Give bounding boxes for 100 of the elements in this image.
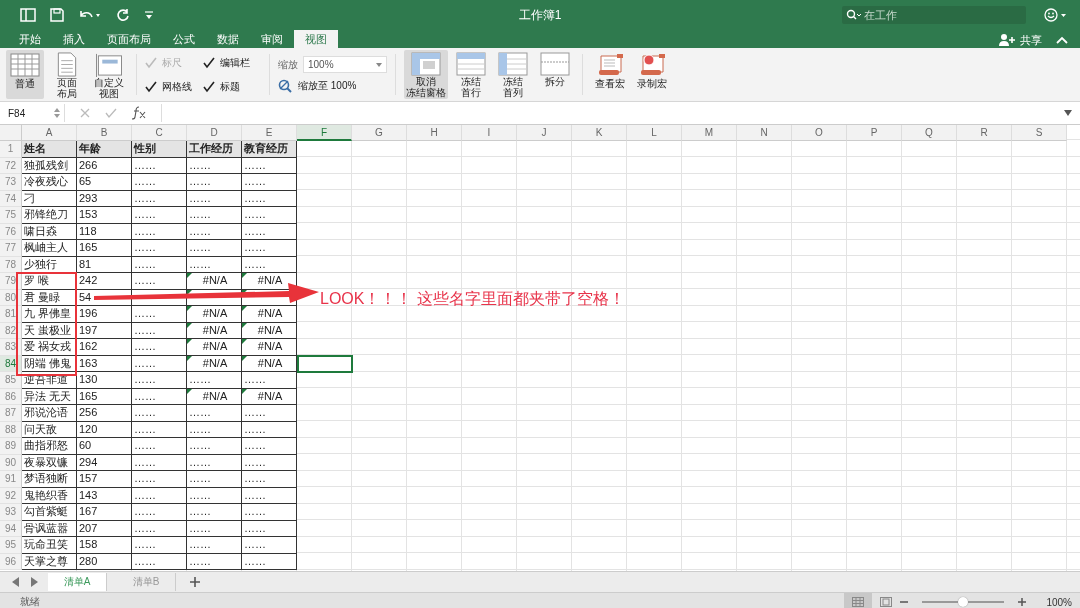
header-cell: 工作经历 (187, 141, 242, 158)
magnifier-icon (278, 79, 292, 93)
row-header[interactable]: 77 (0, 240, 22, 257)
column-header[interactable]: H (407, 125, 462, 141)
freeze-button[interactable]: 取消 冻结窗格 (404, 50, 448, 99)
row-header[interactable]: 93 (0, 504, 22, 521)
table-cell: 邪锋绝刀 (22, 207, 77, 224)
header-cell: 性别 (132, 141, 187, 158)
customize-caret-icon[interactable] (144, 10, 154, 20)
checkmark-icon (145, 80, 157, 93)
sheet-tab[interactable]: 清单A (48, 573, 107, 591)
split-window-icon (540, 52, 570, 76)
table-cell: …… (242, 471, 297, 488)
column-header[interactable]: A (22, 125, 77, 141)
checkbox[interactable]: 标题 (203, 76, 261, 97)
table-cell: 157 (77, 471, 132, 488)
column-header[interactable]: G (352, 125, 407, 141)
ribbon-tab[interactable]: 视图 (294, 30, 338, 48)
row-header[interactable]: 83 (0, 339, 22, 356)
column-header[interactable]: N (737, 125, 792, 141)
table-cell: #N/A (242, 306, 297, 323)
ribbon-tab[interactable]: 开始 (8, 30, 52, 48)
expand-caret-icon[interactable] (1064, 110, 1072, 116)
row-header[interactable]: 1 (0, 141, 22, 158)
macro-button[interactable]: 查看宏 (591, 50, 629, 99)
table-cell: 勾首紫蜓 (22, 504, 77, 521)
view-button[interactable]: 普通 (6, 50, 44, 99)
freeze-button[interactable]: 冻结 首列 (494, 50, 532, 99)
collapse-caret-icon[interactable] (1056, 36, 1068, 44)
ribbon-tab[interactable]: 插入 (52, 30, 96, 48)
header-cell: 教育经历 (242, 141, 297, 158)
search-field[interactable]: 在工作 (842, 6, 1026, 24)
column-header[interactable]: D (187, 125, 242, 141)
next-sheet-icon[interactable] (30, 577, 38, 587)
table-cell: 165 (77, 240, 132, 257)
column-header[interactable]: O (792, 125, 847, 141)
ribbon-tab[interactable]: 公式 (162, 30, 206, 48)
zoom-in-icon[interactable] (1018, 598, 1027, 606)
zoom-to-100-button[interactable]: 缩放至 100% (278, 79, 387, 93)
macro-button[interactable]: 录制宏 (633, 50, 671, 99)
column-header[interactable]: F (297, 125, 352, 141)
table-cell: …… (187, 240, 242, 257)
page-layout-icon (880, 597, 893, 607)
zoom-out-icon[interactable] (900, 598, 909, 606)
table-cell: …… (187, 405, 242, 422)
column-header[interactable]: I (462, 125, 517, 141)
ribbon-tab[interactable]: 审阅 (250, 30, 294, 48)
row-header[interactable]: 73 (0, 174, 22, 191)
column-header[interactable]: K (572, 125, 627, 141)
row-header[interactable]: 91 (0, 471, 22, 488)
row-header[interactable]: 95 (0, 537, 22, 554)
column-header[interactable]: B (77, 125, 132, 141)
window-icon (94, 52, 124, 77)
column-header[interactable]: E (242, 125, 297, 141)
share-button[interactable]: 共享 (999, 32, 1042, 48)
add-sheet-icon[interactable] (190, 577, 200, 587)
save-icon[interactable] (50, 8, 64, 22)
row-header[interactable]: 89 (0, 438, 22, 455)
checkbox[interactable]: 网格线 (145, 76, 203, 97)
freeze-button[interactable]: 拆分 (536, 50, 574, 99)
view-button[interactable]: 自定义 视图 (90, 50, 128, 99)
column-header[interactable]: J (517, 125, 572, 141)
frozen-grid-icon (456, 52, 486, 76)
ribbon-tab[interactable]: 数据 (206, 30, 250, 48)
column-header[interactable]: Q (902, 125, 957, 141)
checkbox[interactable]: 编辑栏 (203, 52, 261, 73)
annotation-text: LOOK！！！ 这些名字里面都夹带了空格！ (320, 289, 625, 309)
table-cell: …… (132, 207, 187, 224)
smiley-icon[interactable] (1044, 8, 1068, 22)
table-cell: …… (132, 471, 187, 488)
zoom-combo-box[interactable]: 100% (303, 56, 387, 73)
view-button[interactable]: 页面 布局 (48, 50, 86, 99)
table-cell: …… (242, 504, 297, 521)
table-cell: 冷夜残心 (22, 174, 77, 191)
active-cell[interactable] (297, 354, 353, 373)
table-cell: #N/A (187, 273, 242, 290)
table-cell: …… (132, 339, 187, 356)
column-header[interactable]: M (682, 125, 737, 141)
table-cell: …… (242, 240, 297, 257)
row-header[interactable]: 87 (0, 405, 22, 422)
row-header[interactable]: 81 (0, 306, 22, 323)
freeze-button[interactable]: 冻结 首行 (452, 50, 490, 99)
ribbon-tab[interactable]: 页面布局 (96, 30, 162, 48)
name-box[interactable]: F84 (8, 104, 65, 122)
column-header[interactable]: S (1012, 125, 1067, 141)
enter-check-icon[interactable] (105, 107, 117, 119)
function-icon[interactable] (131, 106, 147, 120)
table-cell: …… (132, 273, 187, 290)
column-header[interactable]: L (627, 125, 682, 141)
column-header[interactable]: R (957, 125, 1012, 141)
redo-icon[interactable] (116, 8, 130, 22)
search-icon (846, 9, 862, 21)
sidebar-icon[interactable] (20, 8, 36, 22)
row-header[interactable]: 75 (0, 207, 22, 224)
previous-sheet-icon[interactable] (12, 577, 20, 587)
row-header[interactable]: 85 (0, 372, 22, 389)
column-header[interactable]: C (132, 125, 187, 141)
view-toggle[interactable] (844, 593, 873, 608)
zoom-reading: 100% (1046, 596, 1072, 608)
column-header[interactable]: P (847, 125, 902, 141)
